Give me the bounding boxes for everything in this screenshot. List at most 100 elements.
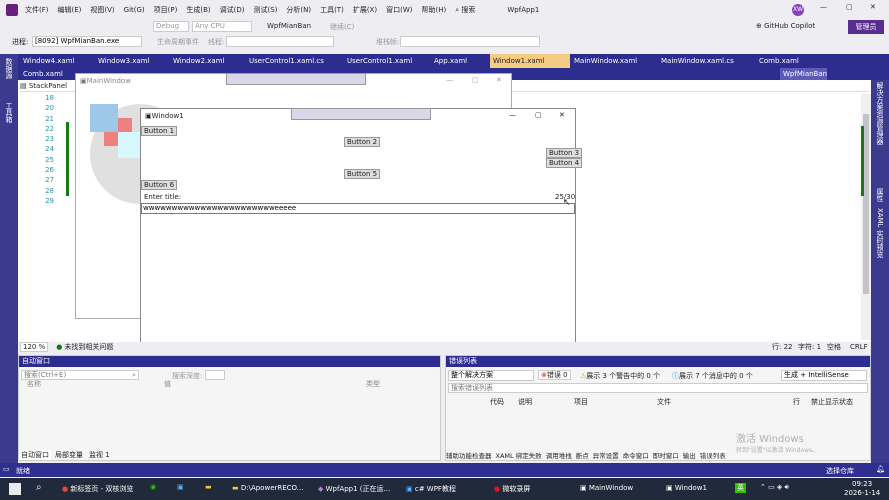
build-combo[interactable]: 生成 + IntelliSense xyxy=(781,370,867,381)
maximize-icon[interactable]: ▢ xyxy=(472,76,479,84)
menu-edit[interactable]: 编辑(E) xyxy=(58,5,82,15)
lifecycle-events[interactable]: 生命周期事件 xyxy=(157,37,199,47)
menu-test[interactable]: 测试(S) xyxy=(253,5,277,15)
toolbox-tab-2[interactable]: 工具箱 xyxy=(4,102,14,123)
menu-git[interactable]: Git(G) xyxy=(124,6,145,14)
taskbar-item-tutorial[interactable]: ▣ c# WPF教程 xyxy=(406,484,456,494)
inspect-toolbar[interactable] xyxy=(291,108,431,120)
github-copilot-button[interactable]: ⊕ GitHub Copilot xyxy=(756,22,815,30)
tab-usercontrol1-cs[interactable]: UserControl1.xaml.cs xyxy=(246,54,324,68)
bell-icon[interactable]: 🔔︎ xyxy=(876,465,885,473)
tab-breakpoints[interactable]: 断点 xyxy=(576,450,589,460)
tab-locals[interactable]: 局部变量 xyxy=(55,450,83,460)
button-4[interactable]: Button 4 xyxy=(546,158,583,168)
menu-file[interactable]: 文件(F) xyxy=(25,5,49,15)
inspect-toolbar[interactable] xyxy=(226,73,366,85)
taskbar-item-apowerrec[interactable]: ▬ D:\ApowerRECO... xyxy=(232,484,303,492)
button-5[interactable]: Button 5 xyxy=(344,169,381,179)
xaml-tab[interactable]: XAML 实时预览 xyxy=(875,208,885,258)
error-search[interactable]: 搜索错误列表 xyxy=(448,383,868,393)
warnings-filter[interactable]: ⚠ 展示 3 个警告中的 0 个 xyxy=(580,371,660,381)
continue-button[interactable]: 继续(C) xyxy=(330,22,354,32)
tab-command-window[interactable]: 命令窗口 xyxy=(623,450,649,460)
clock[interactable]: 09:23 2026-1-14 xyxy=(844,480,880,498)
wechat-icon[interactable]: ◉ xyxy=(150,483,156,491)
zoom-level[interactable]: 120 % xyxy=(20,342,49,352)
toolbox-tab[interactable]: 数据源 xyxy=(4,58,14,79)
tab-mainwindow[interactable]: MainWindow.xaml xyxy=(571,54,637,68)
select-repo[interactable]: 选择仓库 xyxy=(826,466,854,476)
platform-combo[interactable]: Any CPU xyxy=(192,21,252,32)
git-changes-tab[interactable]: 属性 xyxy=(875,188,885,202)
button-3[interactable]: Button 3 xyxy=(546,148,583,158)
ime-indicator[interactable]: 英 xyxy=(735,483,746,493)
thread-combo[interactable] xyxy=(226,36,334,47)
taskbar-item-window1[interactable]: ▣ Window1 xyxy=(666,484,707,492)
issues-status[interactable]: 未找到相关问题 xyxy=(64,342,113,352)
tab-xaml-binding[interactable]: XAML 绑定失败 xyxy=(496,450,542,460)
tab-wpfmianban[interactable]: WpfMianBan xyxy=(780,68,828,80)
minimize-icon[interactable]: — xyxy=(446,76,453,84)
tab-exception-settings[interactable]: 异常设置 xyxy=(593,450,619,460)
tab-window3[interactable]: Window3.xaml xyxy=(95,54,149,68)
tab-watch1[interactable]: 监视 1 xyxy=(89,450,110,460)
menu-debug[interactable]: 调试(D) xyxy=(220,5,245,15)
tab-comb-2[interactable]: Comb.xaml xyxy=(20,68,63,80)
button-1[interactable]: Button 1 xyxy=(141,126,178,136)
taskbar-item-vs[interactable]: ◆ WpfApp1 (正在运... xyxy=(318,484,390,494)
image-icon[interactable]: ▣ xyxy=(177,483,184,491)
process-combo[interactable]: [8092] WpfMianBan.exe xyxy=(32,36,142,47)
minimize-icon[interactable]: — xyxy=(509,111,516,119)
tab-app[interactable]: App.xaml xyxy=(431,54,467,68)
menu-build[interactable]: 生成(B) xyxy=(186,5,210,15)
scope-combo[interactable]: 整个解决方案 xyxy=(448,370,534,381)
tab-call-stack[interactable]: 调用堆栈 xyxy=(546,450,572,460)
window1-app[interactable]: ▣ Window1 — ▢ ✕ Button 1 Button 2 Button… xyxy=(140,108,583,352)
folder-icon[interactable]: ▬ xyxy=(205,483,212,491)
tab-window1[interactable]: Window1.xaml xyxy=(490,54,570,68)
avatar[interactable]: XW xyxy=(792,4,804,16)
search-box[interactable]: ⌕ 搜索 xyxy=(455,5,484,15)
tab-accessibility[interactable]: 辅助功能检查器 xyxy=(446,450,492,460)
menu-tools[interactable]: 工具(T) xyxy=(320,5,344,15)
taskbar-item-mainwindow[interactable]: ▣ MainWindow xyxy=(580,484,633,492)
close-icon[interactable]: ✕ xyxy=(496,76,502,84)
search-depth-combo[interactable] xyxy=(205,370,225,380)
close-icon[interactable]: ✕ xyxy=(559,111,565,119)
tab-usercontrol1[interactable]: UserControl1.xaml xyxy=(344,54,412,68)
close-icon[interactable]: ✕ xyxy=(870,3,876,11)
tab-mainwindow-cs[interactable]: MainWindow.xaml.cs xyxy=(658,54,734,68)
menu-view[interactable]: 视图(V) xyxy=(90,5,114,15)
button-6[interactable]: Button 6 xyxy=(141,180,178,190)
tab-window4[interactable]: Window4.xaml xyxy=(20,54,74,68)
menu-window[interactable]: 窗口(W) xyxy=(386,5,412,15)
tab-output[interactable]: 输出 xyxy=(683,450,696,460)
tab-autos[interactable]: 自动窗口 xyxy=(19,450,51,460)
title-input[interactable]: wwwwwwwwwwwwwwwwwwwwwwweeeee xyxy=(141,203,575,214)
minimize-icon[interactable]: — xyxy=(820,3,827,11)
tab-error-list[interactable]: 错误列表 xyxy=(699,450,726,460)
solution-explorer-tab[interactable]: 解决方案资源管理器 xyxy=(875,82,885,145)
tab-window2[interactable]: Window2.xaml xyxy=(170,54,224,68)
maximize-icon[interactable]: ▢ xyxy=(846,3,853,11)
menu-extensions[interactable]: 扩展(X) xyxy=(353,5,377,15)
menu-project[interactable]: 项目(P) xyxy=(154,5,178,15)
button-2[interactable]: Button 2 xyxy=(344,137,381,147)
system-tray-icons[interactable]: ⌃ ▭ ◈ 🔊︎ xyxy=(760,483,789,492)
mouse-cursor: ↖ xyxy=(563,198,571,208)
tab-comb[interactable]: Comb.xaml xyxy=(756,54,799,68)
taskbar-item-browser[interactable]: ● 新标签页 - 双核浏览 xyxy=(62,484,133,494)
stackframe-combo[interactable] xyxy=(400,36,540,47)
start-icon[interactable] xyxy=(9,483,21,495)
manage-button[interactable]: 管理员 xyxy=(848,20,884,34)
menu-help[interactable]: 帮助(H) xyxy=(421,5,446,15)
errors-filter[interactable]: ⊗ 错误 0 xyxy=(538,370,571,380)
search-icon[interactable]: ⌕ xyxy=(36,482,42,493)
startup-project[interactable]: WpfMianBan xyxy=(267,22,311,30)
menu-analyze[interactable]: 分析(N) xyxy=(286,5,311,15)
maximize-icon[interactable]: ▢ xyxy=(535,111,542,119)
config-combo[interactable]: Debug xyxy=(153,21,189,32)
taskbar-item-recorder[interactable]: ● 微软录屏 xyxy=(494,484,530,494)
tab-immediate[interactable]: 即时窗口 xyxy=(653,450,679,460)
messages-filter[interactable]: ⓘ 展示 7 个消息中的 0 个 xyxy=(672,371,753,381)
